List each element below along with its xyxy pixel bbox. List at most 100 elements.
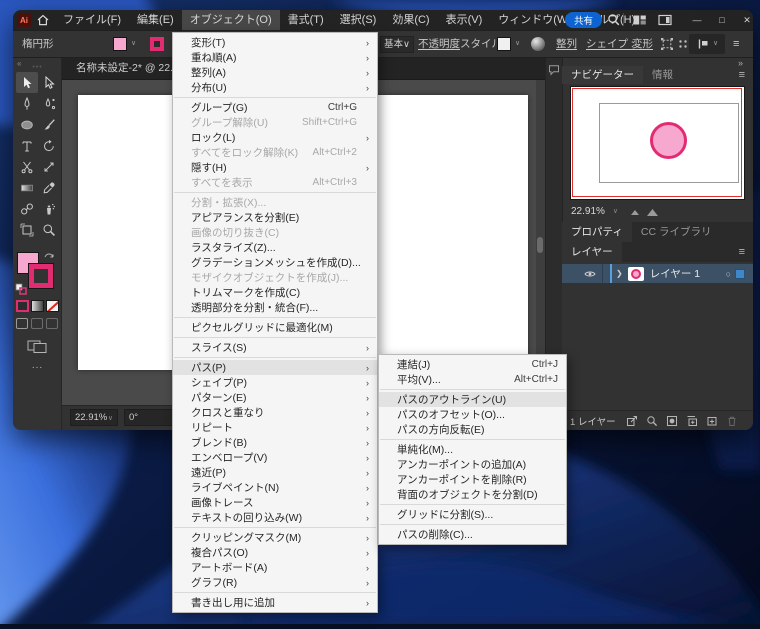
menu-item[interactable]: クロスと重なり ›	[173, 405, 377, 420]
draw-inside-button[interactable]	[46, 318, 58, 329]
dock-options-button[interactable]: ∨	[689, 34, 725, 54]
menu-item[interactable]: パス(P) ›	[173, 360, 377, 375]
style-chevron-icon[interactable]: ∨	[515, 30, 520, 58]
menubar-item-2[interactable]: オブジェクト(O)	[181, 10, 280, 30]
scale-tool[interactable]	[38, 156, 60, 177]
draw-behind-button[interactable]	[31, 318, 43, 329]
gradient-tool[interactable]	[16, 177, 38, 198]
minimize-button[interactable]: —	[686, 10, 708, 30]
selection-tool[interactable]	[15, 72, 38, 93]
navigator-zoom-value[interactable]: 22.91%	[571, 206, 605, 217]
menu-item[interactable]: ラスタライズ(Z)...	[173, 240, 377, 255]
artboard-tool[interactable]	[16, 219, 38, 240]
paintbrush-tool[interactable]	[38, 114, 60, 135]
expand-chevron-icon[interactable]: ❯	[616, 269, 623, 278]
menu-item[interactable]: 変形(T) ›	[173, 35, 377, 50]
new-layer-icon[interactable]	[706, 415, 718, 427]
chevron-down-icon[interactable]: ∨	[613, 207, 618, 215]
style-swatch[interactable]	[497, 37, 511, 51]
menu-item[interactable]: 連結(J) Ctrl+J	[379, 357, 566, 372]
brush-definition-dropdown[interactable]: 基本 ∨	[380, 36, 414, 53]
comment-bubble-icon[interactable]	[548, 64, 560, 76]
symbol-sprayer-tool[interactable]	[38, 198, 60, 219]
tab-cc-libraries[interactable]: CC ライブラリ	[632, 222, 721, 242]
shape-link[interactable]: シェイプ :	[586, 30, 634, 58]
blend-tool[interactable]	[16, 198, 38, 219]
sphere-icon[interactable]	[531, 37, 545, 51]
menu-item[interactable]: クリッピングマスク(M) ›	[173, 530, 377, 545]
menu-item[interactable]: ロック(L) ›	[173, 130, 377, 145]
opacity-link[interactable]: 不透明度	[418, 30, 460, 58]
export-layers-icon[interactable]	[626, 415, 638, 427]
color-mode-button[interactable]	[16, 300, 29, 312]
menubar-item-1[interactable]: 編集(E)	[129, 10, 182, 30]
panel-menu-icon[interactable]: ≡	[739, 66, 745, 84]
layer-name[interactable]: レイヤー 1	[650, 266, 700, 281]
arrange-documents-icon[interactable]	[633, 14, 647, 26]
swap-fill-stroke-icon[interactable]	[43, 250, 55, 262]
menubar-item-5[interactable]: 効果(C)	[384, 10, 437, 30]
zoom-in-mountain-icon[interactable]	[646, 206, 659, 217]
direct-selection-tool[interactable]	[38, 72, 60, 93]
default-fill-stroke-icon[interactable]	[15, 283, 27, 295]
tab-layers[interactable]: レイヤー	[562, 242, 622, 262]
stroke-color-swatch[interactable]	[150, 37, 164, 51]
layer-thumbnail[interactable]	[627, 266, 644, 281]
menu-item[interactable]: テキストの回り込み(W) ›	[173, 510, 377, 525]
home-icon[interactable]	[36, 13, 50, 27]
menu-item[interactable]: アンカーポイントを削除(R)	[379, 472, 566, 487]
delete-layer-icon[interactable]	[726, 415, 738, 427]
workspace-switcher-icon[interactable]	[658, 14, 672, 26]
menu-item[interactable]: シェイプ(P) ›	[173, 375, 377, 390]
menu-item[interactable]: アピアランスを分割(E)	[173, 210, 377, 225]
ellipse-tool[interactable]	[16, 114, 38, 135]
zoom-tool[interactable]	[38, 219, 60, 240]
none-mode-button[interactable]	[46, 300, 59, 312]
tab-properties[interactable]: プロパティ	[562, 222, 632, 242]
menubar-item-0[interactable]: ファイル(F)	[55, 10, 129, 30]
align-link[interactable]: 整列	[556, 30, 577, 58]
menubar-item-4[interactable]: 選択(S)	[332, 10, 385, 30]
tab-info[interactable]: 情報	[643, 66, 682, 84]
stroke-proxy-swatch[interactable]	[28, 263, 54, 289]
menu-item[interactable]: 透明部分を分割・統合(F)...	[173, 300, 377, 315]
locate-object-icon[interactable]	[646, 415, 658, 427]
menu-item[interactable]: パスの削除(C)...	[379, 527, 566, 542]
menu-item[interactable]: 背面のオブジェクトを分割(D)	[379, 487, 566, 502]
menu-item[interactable]: トリムマークを作成(C)	[173, 285, 377, 300]
dots-grid-icon[interactable]	[677, 38, 689, 50]
menu-item[interactable]: グループ(G) Ctrl+G	[173, 100, 377, 115]
layer-selection-indicator[interactable]	[735, 268, 745, 279]
menu-item[interactable]: パスのオフセット(O)...	[379, 407, 566, 422]
menu-item[interactable]: 平均(V)... Alt+Ctrl+J	[379, 372, 566, 387]
fill-color-swatch[interactable]	[113, 37, 127, 51]
menu-item[interactable]: ピクセルグリッドに最適化(M)	[173, 320, 377, 335]
menu-item[interactable]: 画像トレース ›	[173, 495, 377, 510]
rotate-tool[interactable]	[38, 135, 60, 156]
zoom-out-mountain-icon[interactable]	[630, 207, 640, 216]
layer-target-icon[interactable]: ○	[726, 269, 731, 279]
gradient-mode-button[interactable]	[31, 300, 44, 312]
menu-item[interactable]: リピート ›	[173, 420, 377, 435]
zoom-dropdown[interactable]: 22.91% ∨	[70, 409, 118, 426]
scissors-tool[interactable]	[16, 156, 38, 177]
menu-item[interactable]: アートボード(A) ›	[173, 560, 377, 575]
maximize-button[interactable]: □	[711, 10, 733, 30]
menu-item[interactable]: 分布(U) ›	[173, 80, 377, 95]
menu-item[interactable]: パスのアウトライン(U)	[379, 392, 566, 407]
menu-item[interactable]: 単純化(M)...	[379, 442, 566, 457]
menu-item[interactable]: グラデーションメッシュを作成(D)...	[173, 255, 377, 270]
type-tool[interactable]	[16, 135, 38, 156]
panel-menu-icon[interactable]: ≡	[739, 242, 745, 262]
make-clipping-mask-icon[interactable]	[666, 415, 678, 427]
pen-tool[interactable]	[16, 93, 38, 114]
draw-normal-button[interactable]	[16, 318, 28, 329]
menu-item[interactable]: 隠す(H) ›	[173, 160, 377, 175]
share-button[interactable]: 共有	[565, 12, 602, 28]
menu-item[interactable]: 整列(A) ›	[173, 65, 377, 80]
bounding-box-icon[interactable]	[660, 37, 674, 51]
new-sublayer-icon[interactable]	[686, 415, 698, 427]
search-icon[interactable]	[607, 13, 621, 27]
transform-link[interactable]: 変形	[632, 30, 653, 58]
eyedropper-tool[interactable]	[38, 177, 60, 198]
